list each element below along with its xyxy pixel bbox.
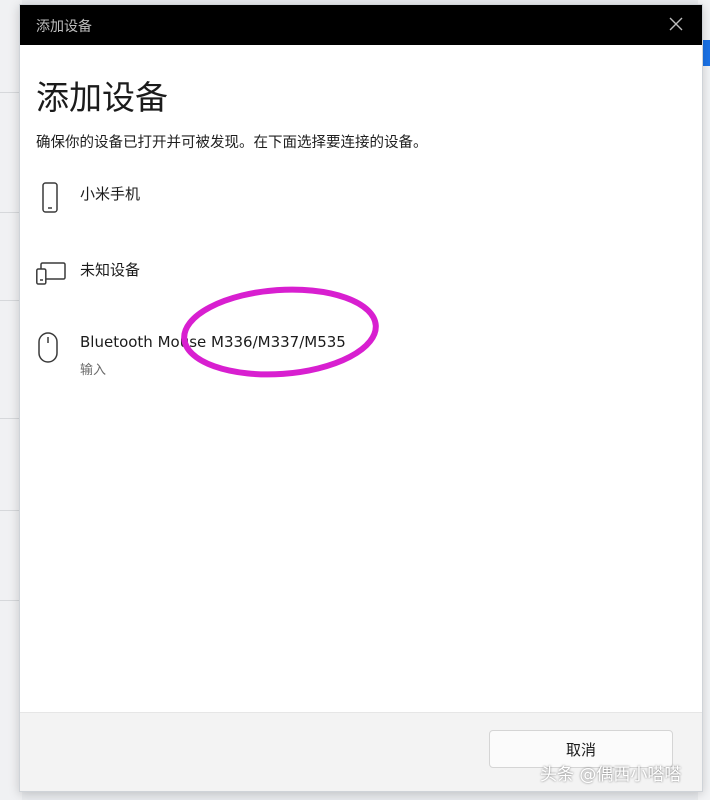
device-name: 小米手机 xyxy=(80,185,141,203)
dialog-heading: 添加设备 xyxy=(36,78,168,117)
add-device-dialog: 添加设备 添加设备 确保你的设备已打开并可被发现。在下面选择要连接的设备。 小米… xyxy=(19,4,703,792)
background-accent-button xyxy=(702,40,710,66)
annotation-circle xyxy=(181,286,379,378)
phone-icon xyxy=(36,181,66,217)
watermark: 头条 @偶西小嗒嗒 xyxy=(540,765,682,785)
close-icon[interactable] xyxy=(664,12,688,36)
title-bar: 添加设备 xyxy=(20,5,702,45)
device-name: 未知设备 xyxy=(80,261,141,279)
device-item-phone[interactable]: 小米手机 xyxy=(20,181,702,239)
dialog-instruction: 确保你的设备已打开并可被发现。在下面选择要连接的设备。 xyxy=(36,135,428,151)
device-type: 输入 xyxy=(80,363,107,378)
unknown-device-icon xyxy=(36,257,66,293)
window-title: 添加设备 xyxy=(36,19,92,35)
mouse-icon xyxy=(36,331,66,367)
